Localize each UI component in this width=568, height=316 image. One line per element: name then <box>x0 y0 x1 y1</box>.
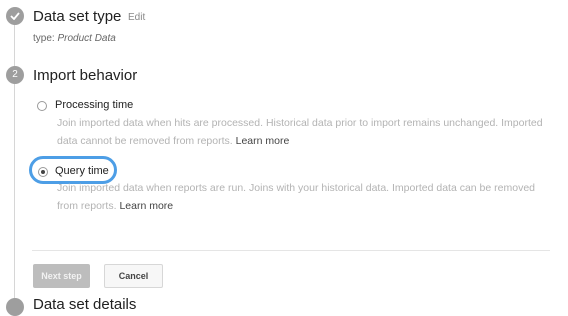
processing-time-description-text: Join imported data when hits are process… <box>57 117 543 147</box>
type-value: Product Data <box>57 33 116 44</box>
query-time-radio[interactable] <box>38 167 48 177</box>
check-icon <box>10 12 20 20</box>
cancel-button[interactable]: Cancel <box>104 264 163 288</box>
query-time-description: Join imported data when reports are run.… <box>57 179 557 215</box>
processing-time-label[interactable]: Processing time <box>55 99 133 111</box>
processing-time-description: Join imported data when hits are process… <box>57 114 557 150</box>
step1-complete-badge <box>6 7 24 25</box>
learn-more-link[interactable]: Learn more <box>236 135 290 147</box>
learn-more-link[interactable]: Learn more <box>119 200 173 212</box>
processing-time-radio[interactable] <box>37 101 47 111</box>
next-step-button[interactable]: Next step <box>33 264 90 288</box>
edit-link[interactable]: Edit <box>128 12 145 23</box>
radio-selected-dot <box>41 170 45 174</box>
type-prefix: type: <box>33 33 58 44</box>
step2-title: Import behavior <box>33 67 138 84</box>
step1-title: Data set type <box>33 8 122 25</box>
step2-number-badge: 2 <box>6 66 24 84</box>
divider <box>32 250 550 251</box>
step1-type-line: type: Product Data <box>33 33 116 44</box>
step3-title: Data set details <box>33 296 137 313</box>
stepper-rail <box>14 14 15 307</box>
step3-badge <box>6 298 24 316</box>
query-time-label[interactable]: Query time <box>55 165 109 177</box>
